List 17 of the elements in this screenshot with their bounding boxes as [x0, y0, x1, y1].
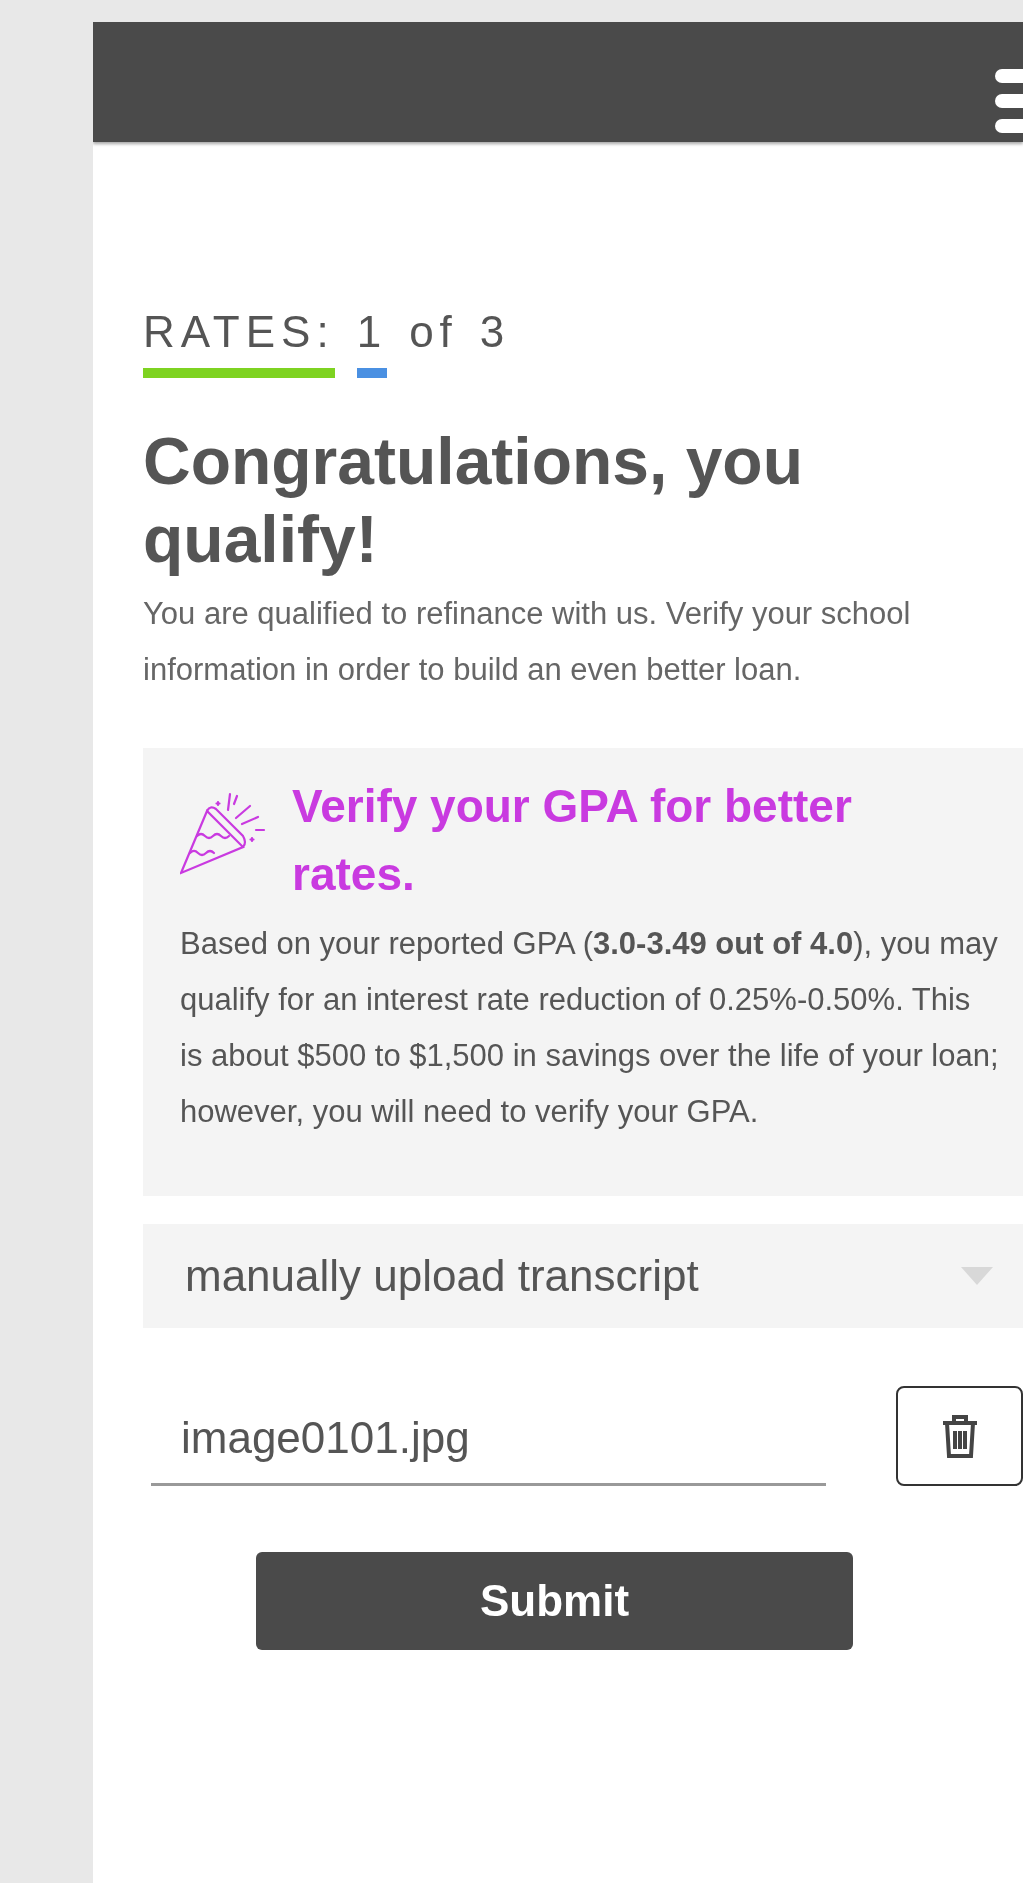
step-total: 3: [479, 310, 511, 358]
method-select[interactable]: manually upload transcript: [143, 1224, 1023, 1328]
promo-title: Verify your GPA for better rates.: [292, 779, 853, 902]
progress-label: RATES:: [143, 310, 335, 378]
current-step: 1: [356, 310, 388, 378]
promo-text: Based on your reported GPA (3.0-3.49 out of 4.0), you may qualify for an interest rate reduction of 0.25%-0.50%. This is about $500 to $1,500 in savings over the life of your loan; however, you will need to verify your GPA.: [180, 925, 1000, 1131]
file-name-field[interactable]: image0101.jpg: [151, 1405, 827, 1486]
menu-icon[interactable]: [995, 69, 1023, 133]
party-popper-icon: [180, 792, 266, 876]
step-separator: of: [409, 310, 458, 358]
submit-button[interactable]: Submit: [256, 1552, 853, 1650]
intro-text: You are qualified to refinance with us. Verify your school information in order to build an even better loan.: [143, 595, 912, 689]
select-value: manually upload transcript: [185, 1250, 700, 1302]
heading: Congratulations, you qualify!: [143, 423, 804, 578]
delete-button[interactable]: [896, 1386, 1023, 1486]
caret-icon: [961, 1267, 993, 1285]
trash-icon: [940, 1413, 979, 1459]
